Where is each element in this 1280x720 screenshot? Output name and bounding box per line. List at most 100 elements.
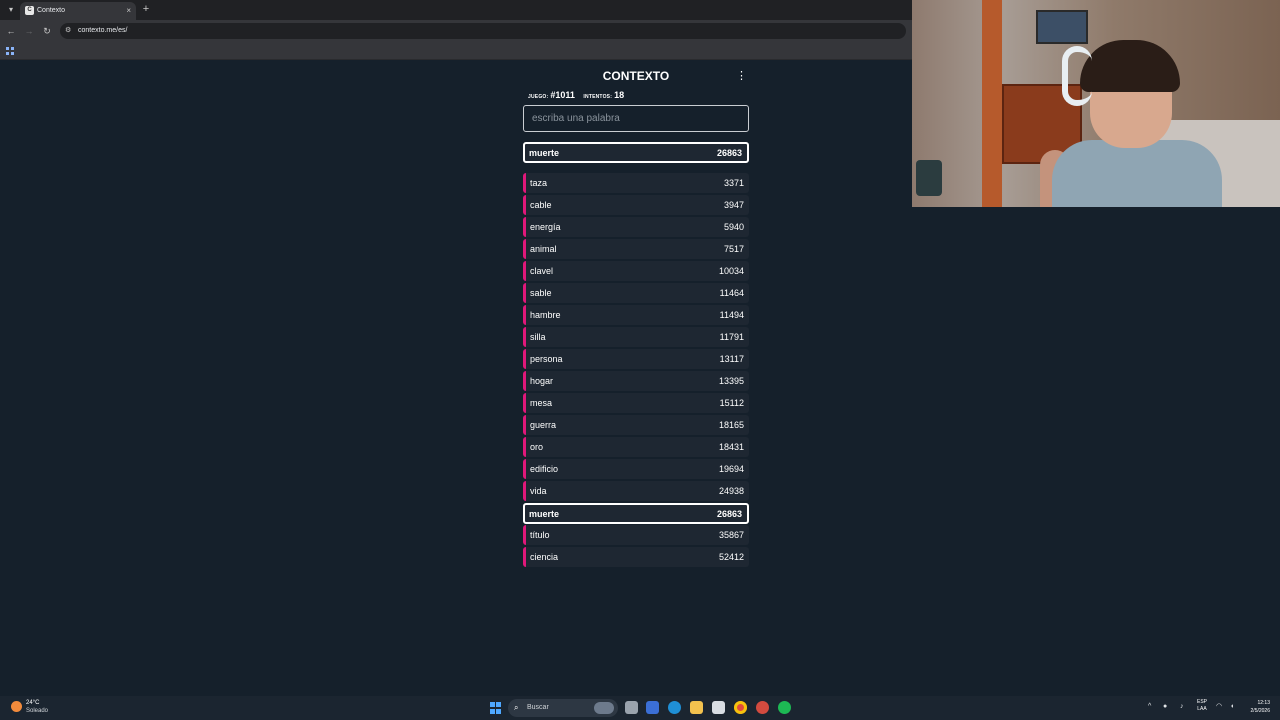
guess-word: taza: [530, 178, 548, 188]
new-tab-button[interactable]: +: [140, 2, 152, 16]
guess-word: silla: [530, 332, 546, 342]
guess-word: título: [530, 530, 550, 540]
guess-row: cable 3947: [523, 195, 749, 215]
close-tab-icon[interactable]: ×: [126, 5, 131, 17]
guess-rank: 13395: [718, 376, 744, 386]
guess-row: sable 11464: [523, 283, 749, 303]
guess-row: animal 7517: [523, 239, 749, 259]
guess-rank: 24938: [718, 486, 744, 496]
guess-rank: 5940: [723, 222, 744, 232]
guess-word: hambre: [530, 310, 561, 320]
guess-word: energía: [530, 222, 561, 232]
guess-rank: 11464: [719, 288, 744, 298]
guess-row: ciencia 52412: [523, 547, 749, 567]
copilot-icon[interactable]: [646, 701, 659, 714]
tab-search-icon[interactable]: ▾: [4, 3, 18, 17]
weather-description[interactable]: Soleado: [26, 707, 48, 715]
favicon-icon: C: [25, 6, 34, 15]
tab-strip: ▾ C Contexto × +: [0, 0, 912, 20]
webcam-overlay: [912, 0, 1280, 207]
weather-sun-icon[interactable]: [11, 701, 22, 712]
guess-row: oro 18431: [523, 437, 749, 457]
search-highlight-icon: [594, 702, 614, 714]
game-stats: JUEGO: #1011 INTENTOS: 18: [528, 89, 630, 103]
menu-dots-icon[interactable]: ⋮: [736, 69, 747, 83]
weather-temperature[interactable]: 24°C: [26, 699, 39, 707]
guess-row: edificio 19694: [523, 459, 749, 479]
guess-row: muerte 26863: [523, 503, 749, 524]
app-icon[interactable]: [756, 701, 769, 714]
guess-word: sable: [530, 288, 552, 298]
guess-row: persona 13117: [523, 349, 749, 369]
spotify-icon[interactable]: [778, 701, 791, 714]
bookmarks-bar: [0, 42, 912, 60]
taskbar-search[interactable]: ⌕ Buscar: [508, 699, 618, 717]
tab-title: Contexto: [37, 7, 66, 14]
guess-word: oro: [530, 442, 544, 452]
clock[interactable]: 12:13 2/5/2026: [1228, 699, 1270, 715]
taskbar: 24°C Soleado ⌕ Buscar ^ ● ♪ ESP LAA ◠ ◖ …: [0, 696, 1280, 720]
guess-row: mesa 15112: [523, 393, 749, 413]
guess-word: persona: [530, 354, 563, 364]
attempts-count: 18: [614, 90, 625, 100]
address-bar[interactable]: ⚙ contexto.me/es/: [60, 23, 906, 39]
chrome-icon[interactable]: [734, 701, 747, 714]
site-info-icon[interactable]: ⚙: [65, 25, 71, 37]
back-arrow-icon[interactable]: ←: [4, 24, 18, 38]
last-guess-rank: 26863: [716, 148, 742, 158]
reload-icon[interactable]: ↻: [40, 24, 54, 38]
windows-start-icon[interactable]: [490, 702, 502, 714]
mug-image: [916, 160, 942, 196]
guess-row: clavel 10034: [523, 261, 749, 281]
tray-chevron-icon[interactable]: ^: [1148, 700, 1151, 714]
network-icon[interactable]: ●: [1163, 700, 1167, 714]
guess-word: muerte: [529, 509, 560, 519]
guess-word: animal: [530, 244, 557, 254]
guess-row: hogar 13395: [523, 371, 749, 391]
file-explorer-icon[interactable]: [690, 701, 703, 714]
edge-icon[interactable]: [668, 701, 681, 714]
search-icon: ⌕: [514, 703, 519, 712]
guess-rank: 18165: [718, 420, 744, 430]
guess-rank: 10034: [718, 266, 744, 276]
taskbar-search-label: Buscar: [527, 704, 549, 711]
last-guess-word: muerte: [529, 148, 560, 158]
guess-row: guerra 18165: [523, 415, 749, 435]
microphone-icon[interactable]: ♪: [1180, 700, 1184, 714]
game-label: JUEGO:: [528, 94, 549, 100]
poster-image: [1036, 10, 1088, 44]
guess-rank: 26863: [716, 509, 742, 519]
guess-word: edificio: [530, 464, 559, 474]
keyboard-language[interactable]: ESP LAA: [1197, 699, 1207, 713]
task-view-icon[interactable]: [625, 701, 638, 714]
guess-word: mesa: [530, 398, 553, 408]
guess-rank: 13117: [719, 354, 744, 364]
guess-row: energía 5940: [523, 217, 749, 237]
guess-rank: 3371: [723, 178, 744, 188]
guess-rank: 19694: [718, 464, 744, 474]
guess-word: hogar: [530, 376, 554, 386]
store-icon[interactable]: [712, 701, 725, 714]
guess-rank: 35867: [718, 530, 744, 540]
last-guess-row: muerte 26863: [523, 142, 749, 163]
wifi-icon[interactable]: ◠: [1216, 700, 1222, 714]
guess-word: ciencia: [530, 552, 559, 562]
guess-rank: 18431: [718, 442, 744, 452]
headset-image: [1062, 46, 1092, 106]
word-input[interactable]: [523, 105, 749, 132]
guess-rank: 11791: [719, 332, 744, 342]
forward-arrow-icon[interactable]: →: [22, 24, 36, 38]
guess-word: guerra: [530, 420, 557, 430]
url-text: contexto.me/es/: [78, 27, 128, 34]
guess-word: clavel: [530, 266, 554, 276]
attempts-label: INTENTOS:: [583, 94, 613, 100]
guess-rank: 52412: [718, 552, 744, 562]
guess-rank: 3947: [723, 200, 744, 210]
guess-word: cable: [530, 200, 552, 210]
browser-toolbar: ← → ↻ ⚙ contexto.me/es/: [0, 20, 912, 42]
guess-row: silla 11791: [523, 327, 749, 347]
guess-word: vida: [530, 486, 547, 496]
apps-grid-icon[interactable]: [6, 47, 14, 55]
page-title: CONTEXTO: [602, 69, 670, 83]
tab-contexto[interactable]: C Contexto ×: [20, 2, 136, 20]
